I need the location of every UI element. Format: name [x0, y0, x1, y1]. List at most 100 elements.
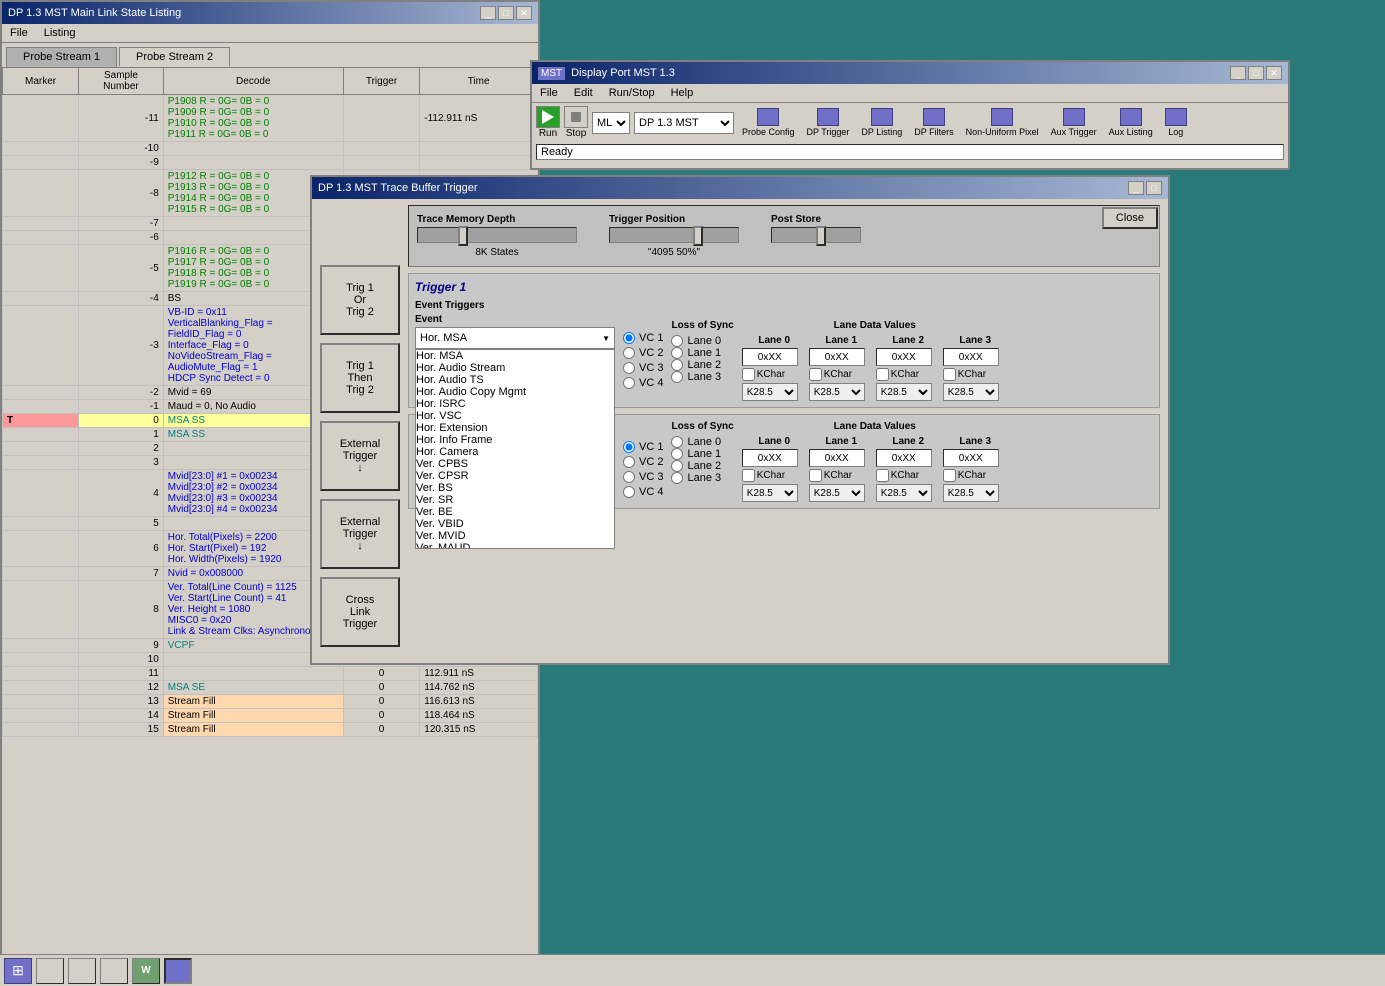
cell-decode: MSA SE	[163, 681, 343, 695]
trace-max-btn[interactable]: □	[1146, 181, 1162, 195]
dp-menu-file[interactable]: File	[536, 86, 562, 100]
t2-lane0-value[interactable]	[742, 449, 798, 467]
t2-vc2-radio[interactable]	[623, 456, 635, 468]
t2-lane2-value[interactable]	[876, 449, 932, 467]
lane0-k285-t1[interactable]: K28.5	[742, 383, 798, 401]
external-trigger-2-btn[interactable]: External Trigger ↓	[320, 499, 400, 569]
t2-lane0-k285[interactable]: K28.5	[742, 484, 798, 502]
dp-close-btn[interactable]: ✕	[1266, 66, 1282, 80]
t2-los-lane3-radio[interactable]	[671, 472, 683, 484]
non-uniform-pixel-btn[interactable]: Non-Uniform Pixel	[962, 106, 1043, 139]
trigger-position-slider[interactable]	[609, 227, 739, 243]
event-option-ver-sr[interactable]: Ver. SR	[416, 494, 614, 506]
vc1-radio[interactable]	[623, 332, 635, 344]
t2-vc1-radio[interactable]	[623, 441, 635, 453]
tab-probe-stream-1[interactable]: Probe Stream 1	[6, 47, 117, 67]
los-lane3-radio[interactable]	[671, 371, 683, 383]
aux-listing-btn[interactable]: Aux Listing	[1105, 106, 1157, 139]
t2-lane1-value[interactable]	[809, 449, 865, 467]
dp-minimize-btn[interactable]: _	[1230, 66, 1246, 80]
ml-select[interactable]: ML	[592, 112, 630, 134]
taskbar-icon-2[interactable]	[36, 958, 64, 984]
event-option-ver-vbid[interactable]: Ver. VBID	[416, 518, 614, 530]
external-trigger-1-btn[interactable]: External Trigger ↓	[320, 421, 400, 491]
event-option-hor-info[interactable]: Hor. Info Frame	[416, 434, 614, 446]
event-option-ver-bs[interactable]: Ver. BS	[416, 482, 614, 494]
trig1-then-trig2-btn[interactable]: Trig 1 Then Trig 2	[320, 343, 400, 413]
cell-sample: 10	[79, 653, 164, 667]
dp-trigger-btn[interactable]: DP Trigger	[803, 106, 854, 139]
event-option-hor-audio-stream[interactable]: Hor. Audio Stream	[416, 362, 614, 374]
vc4-radio[interactable]	[623, 377, 635, 389]
lane3-value-t1[interactable]	[943, 348, 999, 366]
cross-link-trigger-btn[interactable]: Cross Link Trigger	[320, 577, 400, 647]
dp-maximize-btn[interactable]: □	[1248, 66, 1264, 80]
post-store-slider[interactable]	[771, 227, 861, 243]
t2-los-lane1-radio[interactable]	[671, 448, 683, 460]
aux-trigger-btn[interactable]: Aux Trigger	[1047, 106, 1101, 139]
trig1-or-trig2-btn[interactable]: Trig 1 Or Trig 2	[320, 265, 400, 335]
dp-menu-help[interactable]: Help	[667, 86, 698, 100]
log-btn[interactable]: Log	[1161, 106, 1191, 139]
minimize-btn[interactable]: _	[480, 6, 496, 20]
t2-vc3-row: VC 3	[623, 471, 663, 483]
t2-los-lane2-radio[interactable]	[671, 460, 683, 472]
event-option-hor-vsc[interactable]: Hor. VSC	[416, 410, 614, 422]
taskbar-icon-3[interactable]	[68, 958, 96, 984]
t2-lane1-k285[interactable]: K28.5	[809, 484, 865, 502]
t2-los-lane0-radio[interactable]	[671, 436, 683, 448]
taskbar-icon-4[interactable]	[100, 958, 128, 984]
lane2-k285-t1[interactable]: K28.5	[876, 383, 932, 401]
vc2-radio[interactable]	[623, 347, 635, 359]
trace-min-btn[interactable]: _	[1128, 181, 1144, 195]
device-select[interactable]: DP 1.3 MST	[634, 112, 734, 134]
t2-lane3-value[interactable]	[943, 449, 999, 467]
probe-config-btn[interactable]: Probe Config	[738, 106, 799, 139]
event-option-hor-camera[interactable]: Hor. Camera	[416, 446, 614, 458]
lane0-value-t1[interactable]	[742, 348, 798, 366]
los-lane0-radio[interactable]	[671, 335, 683, 347]
event-option-ver-maud[interactable]: Ver. MAUD	[416, 542, 614, 549]
dp-menu-edit[interactable]: Edit	[570, 86, 597, 100]
tab-probe-stream-2[interactable]: Probe Stream 2	[119, 47, 230, 67]
event-option-ver-be[interactable]: Ver. BE	[416, 506, 614, 518]
close-btn-main[interactable]: ✕	[516, 6, 532, 20]
lane1-value-t1[interactable]	[809, 348, 865, 366]
vc3-radio[interactable]	[623, 362, 635, 374]
taskbar-icon-5[interactable]: W	[132, 958, 160, 984]
dp-filters-btn[interactable]: DP Filters	[910, 106, 957, 139]
close-button[interactable]: Close	[1102, 207, 1158, 229]
dp-listing-btn[interactable]: DP Listing	[857, 106, 906, 139]
event-option-ver-cpbs[interactable]: Ver. CPBS	[416, 458, 614, 470]
status-bar: Ready	[536, 144, 1284, 160]
taskbar-icon-1[interactable]: ⊞	[4, 958, 32, 984]
t2-lane2-k285[interactable]: K28.5	[876, 484, 932, 502]
t2-lane3-k285[interactable]: K28.5	[943, 484, 999, 502]
cell-marker: T	[3, 414, 79, 428]
maximize-btn[interactable]: □	[498, 6, 514, 20]
taskbar-icon-dp[interactable]	[164, 958, 192, 984]
t2-vc4-radio[interactable]	[623, 486, 635, 498]
stop-button[interactable]	[564, 106, 588, 128]
event-option-hor-audio-copy[interactable]: Hor. Audio Copy Mgmt	[416, 386, 614, 398]
lane2-value-t1[interactable]	[876, 348, 932, 366]
event-option-hor-audio-ts[interactable]: Hor. Audio TS	[416, 374, 614, 386]
los-lane2-radio[interactable]	[671, 359, 683, 371]
dropdown-arrow-icon[interactable]: ▼	[602, 334, 610, 343]
lane1-k285-t1[interactable]: K28.5	[809, 383, 865, 401]
event-option-hor-ext[interactable]: Hor. Extension	[416, 422, 614, 434]
event-input-field[interactable]: Hor. MSA ▼	[415, 327, 615, 349]
event-dropdown-list[interactable]: Hor. MSA Hor. Audio Stream Hor. Audio TS…	[415, 349, 615, 549]
event-option-ver-mvid[interactable]: Ver. MVID	[416, 530, 614, 542]
event-option-hor-isrc[interactable]: Hor. ISRC	[416, 398, 614, 410]
t2-vc3-radio[interactable]	[623, 471, 635, 483]
trace-memory-slider[interactable]	[417, 227, 577, 243]
los-lane1-radio[interactable]	[671, 347, 683, 359]
run-button[interactable]	[536, 106, 560, 128]
dp-menu-runstop[interactable]: Run/Stop	[605, 86, 659, 100]
menu-file[interactable]: File	[6, 26, 32, 40]
lane3-k285-t1[interactable]: K28.5	[943, 383, 999, 401]
menu-listing[interactable]: Listing	[40, 26, 80, 40]
event-option-ver-cpsr[interactable]: Ver. CPSR	[416, 470, 614, 482]
event-option-hor-msa[interactable]: Hor. MSA	[416, 350, 614, 362]
